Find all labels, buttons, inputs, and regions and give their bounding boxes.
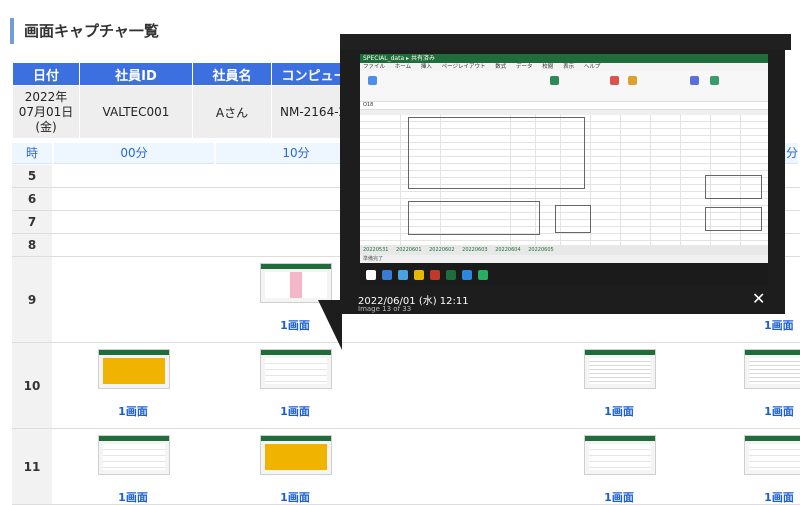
windows-start-icon: [366, 270, 376, 280]
excel-sheet-tabs: 20220531 20220601 20220602 20220603 2022…: [360, 245, 768, 255]
employee-id-cell: VALTEC001: [79, 85, 193, 139]
viewer-header-strip: [340, 34, 791, 50]
excel-menu-item: ホーム: [394, 64, 412, 70]
sort-icon: [690, 76, 699, 85]
screenshot-thumbnail[interactable]: [260, 349, 332, 389]
excel-menu-item: データ: [516, 64, 533, 70]
excel-menu-item: 挿入: [420, 64, 432, 70]
page-title: 画面キャプチャ一覧: [10, 18, 354, 44]
excel-report-box: [408, 201, 540, 235]
header-table: 日付 社員ID 社員名 コンピュータ名 2022年 07月01日 (金) VAL…: [12, 62, 383, 139]
cell-style-icon: [628, 76, 637, 85]
windows-taskbar: [360, 263, 768, 287]
date-weekday: (金): [35, 119, 57, 134]
hour-row: 10 1画面 1画面 1画面 1画面: [12, 343, 800, 429]
format-icon: [610, 76, 619, 85]
time-head-00: 00分: [54, 143, 214, 164]
column-employee-id: 社員ID: [79, 62, 193, 86]
capture-count-link[interactable]: 1画面: [744, 489, 800, 505]
capture-count-link[interactable]: 1画面: [98, 403, 168, 419]
capture-count-link[interactable]: 1画面: [260, 489, 330, 505]
excel-status-bar: 準備完了: [360, 255, 768, 263]
sheet-tab: 20220602: [429, 247, 455, 253]
column-date: 日付: [12, 62, 80, 86]
search-icon: [382, 270, 392, 280]
app-icon: [430, 270, 440, 280]
screenshot-thumbnail[interactable]: [260, 435, 332, 475]
sheet-tab: 20220605: [528, 247, 554, 253]
excel-data-table: [408, 117, 585, 189]
screenshot-thumbnail[interactable]: [98, 349, 170, 389]
date-cell: 2022年 07月01日 (金): [12, 85, 80, 139]
sheet-tab: 20220604: [495, 247, 521, 253]
excel-title-bar: SPECIAL_data ▸ 共有済み: [360, 54, 768, 63]
hour-label: 6: [12, 188, 53, 210]
capture-count-link[interactable]: 1画面: [584, 403, 654, 419]
hour-label: 9: [12, 257, 53, 342]
excel-summary-box: [705, 175, 762, 199]
paste-icon: [368, 76, 377, 85]
capture-count-link[interactable]: 1画面: [98, 489, 168, 505]
capture-count-link[interactable]: 1画面: [584, 489, 654, 505]
screenshot-thumbnail[interactable]: [584, 435, 656, 475]
app-icon: [478, 270, 488, 280]
excel-ribbon: [360, 71, 768, 102]
hour-label: 7: [12, 211, 53, 233]
excel-formula-bar: O18: [360, 102, 768, 110]
capture-count-link[interactable]: 1画面: [764, 317, 800, 333]
excel-menu-item: 表示: [563, 64, 575, 70]
date-year: 2022年: [24, 89, 68, 104]
image-counter: Image 13 of 33: [358, 305, 412, 313]
excel-menu-item: ファイル: [363, 64, 386, 70]
sheet-tab: 20220601: [396, 247, 422, 253]
column-employee-name: 社員名: [192, 62, 272, 86]
excel-menu: ファイル ホーム 挿入 ページレイアウト 数式 データ 校閲 表示 ヘルプ: [360, 63, 768, 71]
edge-icon: [398, 270, 408, 280]
screenshot-thumbnail[interactable]: [98, 435, 170, 475]
capture-count-link[interactable]: 1画面: [744, 403, 800, 419]
table-icon: [550, 76, 559, 85]
sheet-tab: 20220531: [363, 247, 389, 253]
hour-label: 11: [12, 429, 53, 504]
excel-check-box: [555, 205, 591, 233]
hour-row: 11 1画面 1画面 1画面 1画面: [12, 429, 800, 505]
outlook-icon: [462, 270, 472, 280]
excel-icon: [446, 270, 456, 280]
excel-menu-item: 校閲: [542, 64, 554, 70]
close-icon[interactable]: ✕: [752, 289, 765, 308]
folder-icon: [414, 270, 424, 280]
date-day: 07月01日: [18, 104, 74, 119]
viewer-callout-pointer: [318, 300, 342, 350]
hour-label: 10: [12, 343, 53, 428]
sheet-tab: 20220603: [462, 247, 488, 253]
screenshot-thumbnail[interactable]: [584, 349, 656, 389]
viewer-image: SPECIAL_data ▸ 共有済み ファイル ホーム 挿入 ページレイアウト…: [360, 54, 768, 287]
screenshot-thumbnail[interactable]: [744, 435, 800, 475]
employee-name-cell: Aさん: [192, 85, 272, 139]
excel-sheet-grid: [360, 115, 768, 245]
screenshot-thumbnail[interactable]: [744, 349, 800, 389]
capture-count-link[interactable]: 1画面: [260, 403, 330, 419]
excel-menu-item: ページレイアウト: [441, 64, 486, 70]
hour-label: 8: [12, 234, 53, 256]
excel-menu-item: 数式: [495, 64, 507, 70]
time-head-hour: 時: [12, 143, 52, 164]
hour-label: 5: [12, 165, 53, 187]
screenshot-thumbnail[interactable]: [260, 263, 332, 303]
screenshot-viewer: SPECIAL_data ▸ 共有済み ファイル ホーム 挿入 ページレイアウト…: [340, 34, 791, 314]
excel-menu-item: ヘルプ: [583, 64, 601, 70]
find-icon: [710, 76, 719, 85]
excel-summary-box: [705, 207, 762, 231]
